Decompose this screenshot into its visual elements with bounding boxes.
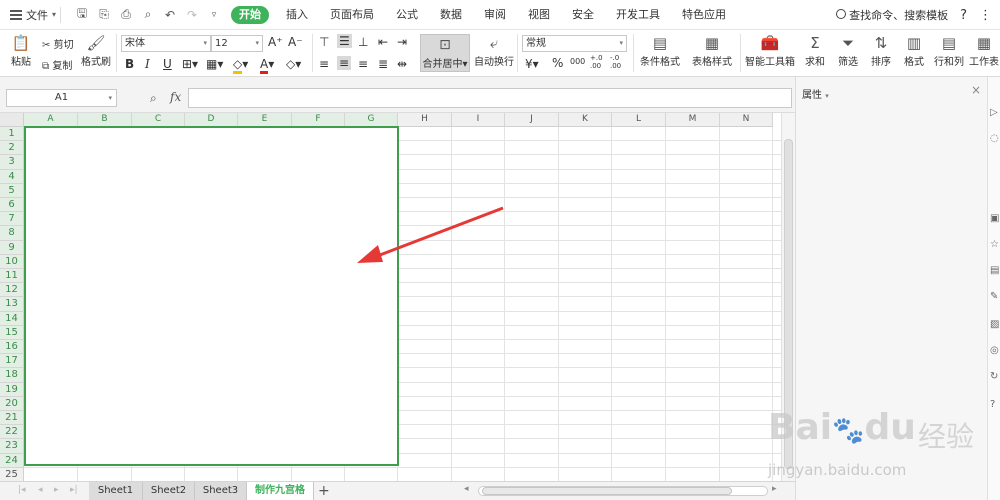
right-sidebar: ▷ ◌ ▣ ☆ ▤ ✎ ▨ ◎ ↻ ? (987, 77, 1000, 500)
last-sheet-icon[interactable]: ▸| (70, 485, 78, 495)
panel-title: 属性 ▾ (802, 86, 829, 101)
properties-panel: 属性 ▾ × (795, 77, 987, 500)
next-sheet-icon[interactable]: ▸ (54, 485, 59, 495)
edit-icon[interactable]: ✎ (990, 291, 998, 302)
picture-icon[interactable]: ▨ (990, 319, 999, 330)
add-sheet-button[interactable]: + (318, 483, 330, 499)
sheet-tab-3[interactable]: Sheet3 (195, 482, 247, 500)
history-icon[interactable]: ↻ (990, 371, 998, 382)
help-circle-icon[interactable]: ? (990, 399, 995, 410)
backup-icon[interactable]: ◎ (990, 345, 999, 356)
chevron-down-icon[interactable]: ▾ (825, 92, 829, 100)
first-sheet-icon[interactable]: |◂ (18, 485, 26, 495)
shape-icon[interactable]: ◌ (990, 133, 999, 144)
sheet-tab-1[interactable]: Sheet1 (89, 482, 143, 500)
close-icon[interactable]: × (971, 83, 981, 97)
arrow-shaft (371, 206, 504, 260)
arrow-head (357, 245, 383, 263)
sheet-tab-active[interactable]: 制作九宫格 (247, 482, 314, 500)
scroll-left-icon[interactable]: ◂ (464, 484, 469, 494)
panel-title-label: 属性 (802, 90, 822, 101)
spreadsheet-app: 文件 ▾ 🖫 ⎘ ⎙ ⌕ ↶ ↷ ▿ 开始 插入 页面布局 公式 数据 审阅 视… (0, 0, 1000, 500)
vertical-scrollbar[interactable] (781, 113, 795, 481)
scroll-right-icon[interactable]: ▸ (772, 484, 777, 494)
scroll-thumb[interactable] (784, 139, 793, 469)
star-icon[interactable]: ☆ (990, 239, 999, 250)
sheet-tab-2[interactable]: Sheet2 (143, 482, 195, 500)
sheet-tab-bar: |◂ ◂ ▸ ▸| Sheet1 Sheet2 Sheet3 制作九宫格 + ◂… (0, 481, 795, 500)
select-icon[interactable]: ▷ (990, 107, 998, 118)
horizontal-scrollbar[interactable]: ◂ ▸ (460, 484, 780, 496)
style-icon[interactable]: ▣ (990, 213, 999, 224)
prev-sheet-icon[interactable]: ◂ (38, 485, 43, 495)
scroll-thumb[interactable] (482, 487, 732, 495)
library-icon[interactable]: ▤ (990, 265, 999, 276)
